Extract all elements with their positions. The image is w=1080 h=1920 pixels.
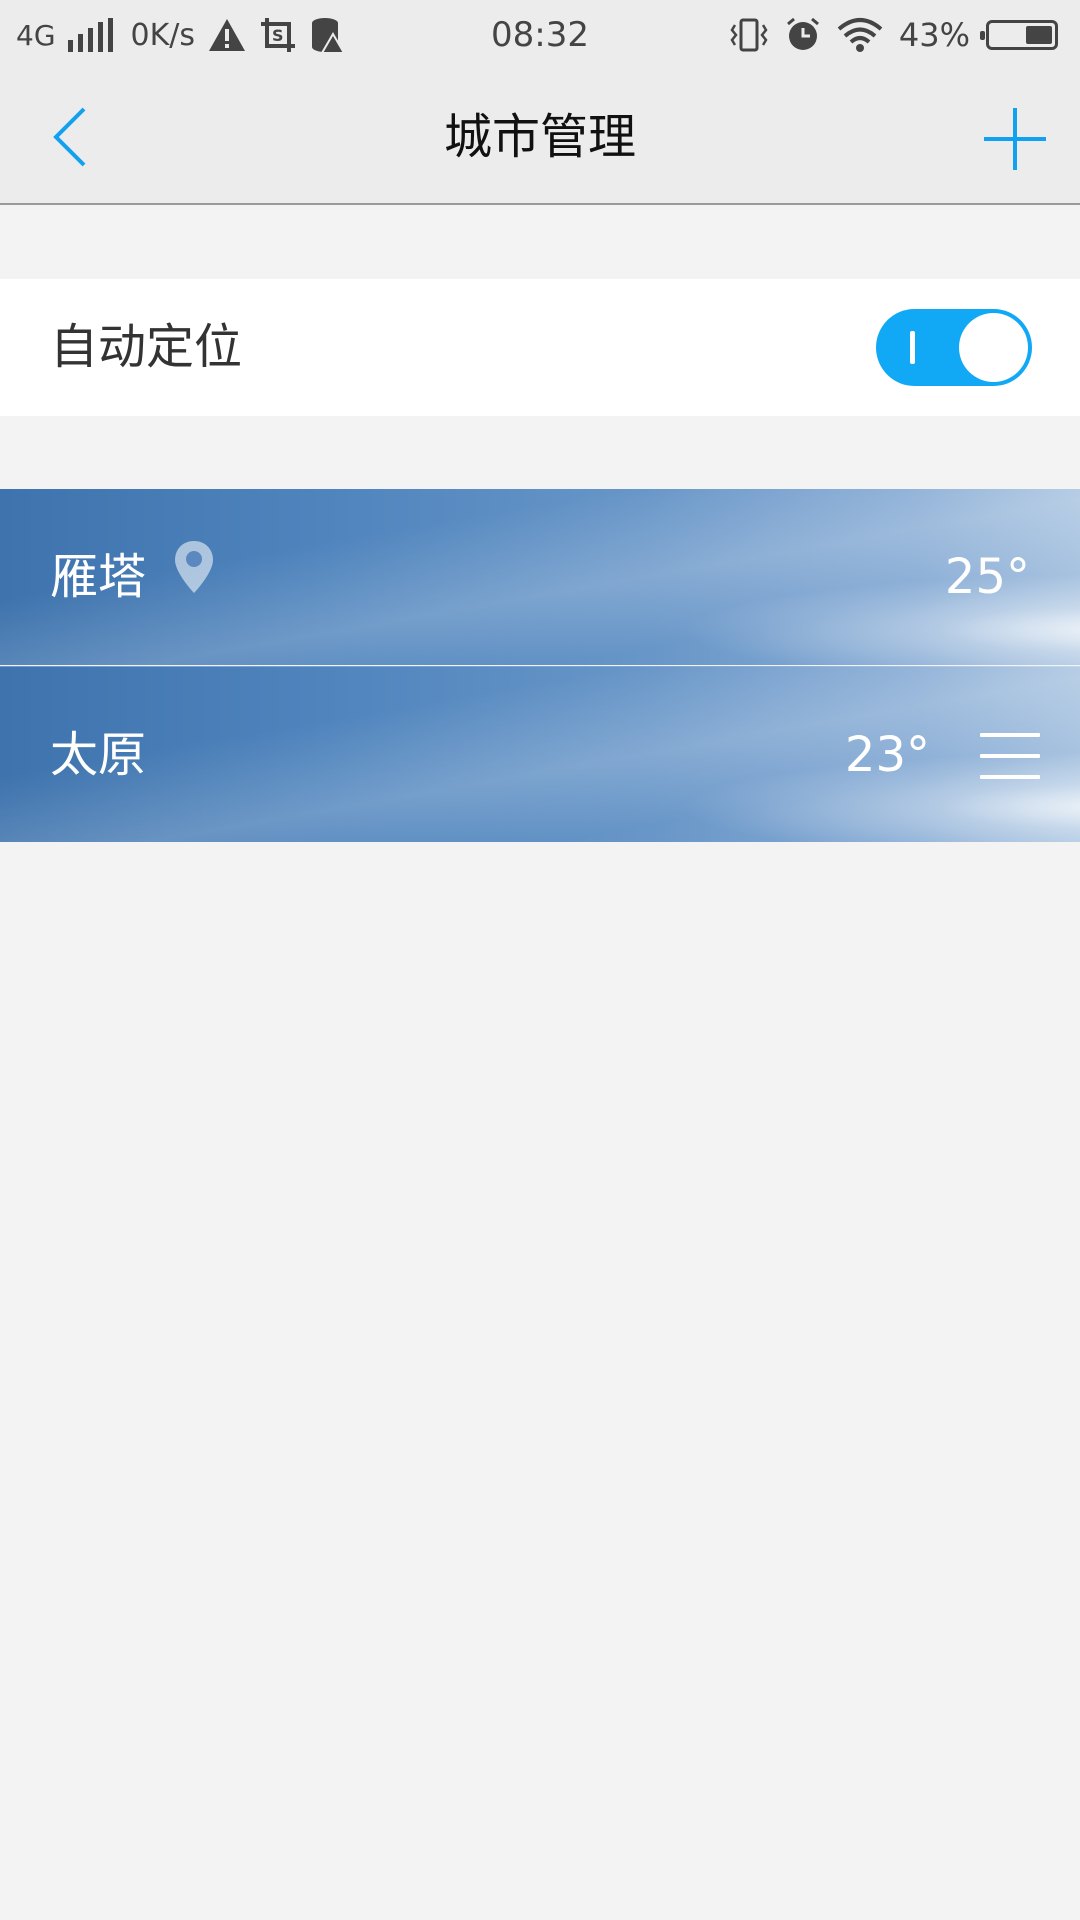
wifi-icon xyxy=(837,17,883,53)
drag-handle-icon[interactable] xyxy=(980,733,1040,779)
storage-warning-icon xyxy=(309,16,346,54)
city-name: 雁塔 xyxy=(50,549,147,605)
battery-percent: 43% xyxy=(898,16,970,54)
warning-icon xyxy=(207,17,247,53)
signal-icon xyxy=(67,18,113,52)
toggle-knob xyxy=(959,313,1028,382)
auto-location-toggle[interactable] xyxy=(876,309,1032,386)
status-bar: 4G 0K/s S 08:32 43% xyxy=(0,0,1080,70)
alarm-icon xyxy=(785,17,821,53)
status-bar-right: 43% xyxy=(729,0,1058,70)
city-list-item[interactable]: 太原 23° xyxy=(0,666,1080,842)
toggle-on-indicator xyxy=(910,331,915,364)
back-button[interactable] xyxy=(40,102,100,172)
city-temperature: 23° xyxy=(844,727,930,783)
network-type: 4G xyxy=(16,18,56,52)
status-bar-left: 4G 0K/s S xyxy=(16,0,346,70)
battery-level xyxy=(1026,26,1052,44)
battery-icon xyxy=(980,20,1058,50)
chevron-left-icon xyxy=(53,107,86,167)
location-pin-icon xyxy=(175,541,213,593)
screenshot-icon: S xyxy=(259,16,297,54)
city-name: 太原 xyxy=(50,727,147,783)
network-speed: 0K/s xyxy=(130,17,196,53)
city-list-item[interactable]: 雁塔 25° xyxy=(0,489,1080,665)
add-city-button[interactable] xyxy=(980,104,1050,174)
vibrate-icon xyxy=(729,17,769,53)
city-temperature: 25° xyxy=(944,549,1030,605)
auto-location-row: 自动定位 xyxy=(0,279,1080,416)
svg-text:S: S xyxy=(272,26,284,45)
auto-location-label: 自动定位 xyxy=(50,319,243,375)
app-header: 城市管理 xyxy=(0,70,1080,205)
page-title: 城市管理 xyxy=(443,109,636,165)
